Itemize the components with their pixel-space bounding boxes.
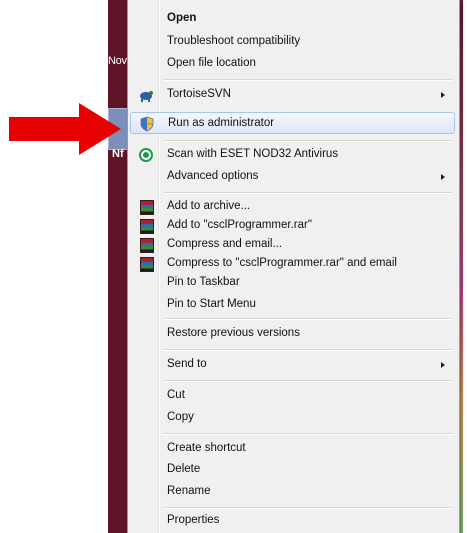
menu-item-label: Delete (167, 463, 201, 475)
menu-item-label: Open (167, 12, 197, 24)
red-pointer-arrow-icon (9, 103, 121, 155)
menu-separator (163, 140, 453, 142)
menu-item-tortoisesvn[interactable]: TortoiseSVN (130, 84, 455, 106)
desktop-text: Nov (108, 55, 127, 67)
menu-item-label: Run as administrator (168, 117, 275, 129)
menu-separator (163, 507, 453, 509)
menu-item-label: Compress and email... (167, 238, 283, 250)
winrar-icon (140, 238, 154, 253)
menu-item-open-file-location[interactable]: Open file location (130, 53, 455, 75)
menu-item-label: Open file location (167, 57, 256, 69)
menu-separator (163, 79, 453, 81)
menu-separator (163, 318, 453, 320)
menu-item-advanced-options[interactable]: Advanced options (130, 166, 455, 188)
menu-item-label: Restore previous versions (167, 327, 300, 339)
menu-item-label: Compress to "csclProgrammer.rar" and ema… (167, 257, 397, 269)
menu-item-label: Advanced options (167, 170, 259, 182)
menu-item-label: Add to "csclProgrammer.rar" (167, 219, 312, 231)
menu-item-label: Pin to Start Menu (167, 298, 256, 310)
menu-item-label: Pin to Taskbar (167, 276, 240, 288)
menu-item-label: Copy (167, 411, 194, 423)
submenu-arrow-icon (441, 92, 445, 98)
menu-item-label: TortoiseSVN (167, 88, 231, 100)
menu-item-copy[interactable]: Copy (130, 407, 455, 429)
menu-separator (163, 192, 453, 194)
menu-separator (163, 380, 453, 382)
submenu-arrow-icon (441, 362, 445, 368)
menu-item-run-as-administrator[interactable]: Run as administrator (130, 112, 455, 134)
context-menu: Open Troubleshoot compatibility Open fil… (127, 0, 460, 533)
menu-item-scan-eset[interactable]: Scan with ESET NOD32 Antivirus (130, 144, 455, 166)
menu-item-restore-previous-versions[interactable]: Restore previous versions (130, 323, 455, 345)
submenu-arrow-icon (441, 174, 445, 180)
winrar-icon (140, 257, 154, 272)
menu-item-label: Cut (167, 389, 185, 401)
menu-item-label: Create shortcut (167, 442, 246, 454)
eset-icon (139, 148, 153, 162)
menu-item-delete[interactable]: Delete (130, 459, 455, 481)
menu-item-open[interactable]: Open (130, 8, 455, 30)
winrar-icon (140, 200, 154, 215)
menu-item-label: Add to archive... (167, 200, 251, 212)
menu-item-rename[interactable]: Rename (130, 481, 455, 503)
menu-separator (163, 433, 453, 435)
menu-item-send-to[interactable]: Send to (130, 354, 455, 376)
menu-item-label: Send to (167, 358, 207, 370)
winrar-icon (140, 219, 154, 234)
menu-item-label: Rename (167, 485, 211, 497)
menu-separator (163, 349, 453, 351)
menu-item-troubleshoot-compatibility[interactable]: Troubleshoot compatibility (130, 31, 455, 53)
menu-item-cut[interactable]: Cut (130, 385, 455, 407)
tortoisesvn-icon (140, 91, 153, 102)
menu-item-properties[interactable]: Properties (130, 510, 455, 532)
menu-item-pin-to-start-menu[interactable]: Pin to Start Menu (130, 294, 455, 316)
menu-item-label: Troubleshoot compatibility (167, 35, 301, 47)
menu-item-label: Properties (167, 514, 220, 526)
menu-item-pin-to-taskbar[interactable]: Pin to Taskbar (130, 272, 455, 294)
uac-shield-icon (140, 116, 154, 132)
menu-item-label: Scan with ESET NOD32 Antivirus (167, 148, 339, 160)
menu-item-create-shortcut[interactable]: Create shortcut (130, 438, 455, 460)
